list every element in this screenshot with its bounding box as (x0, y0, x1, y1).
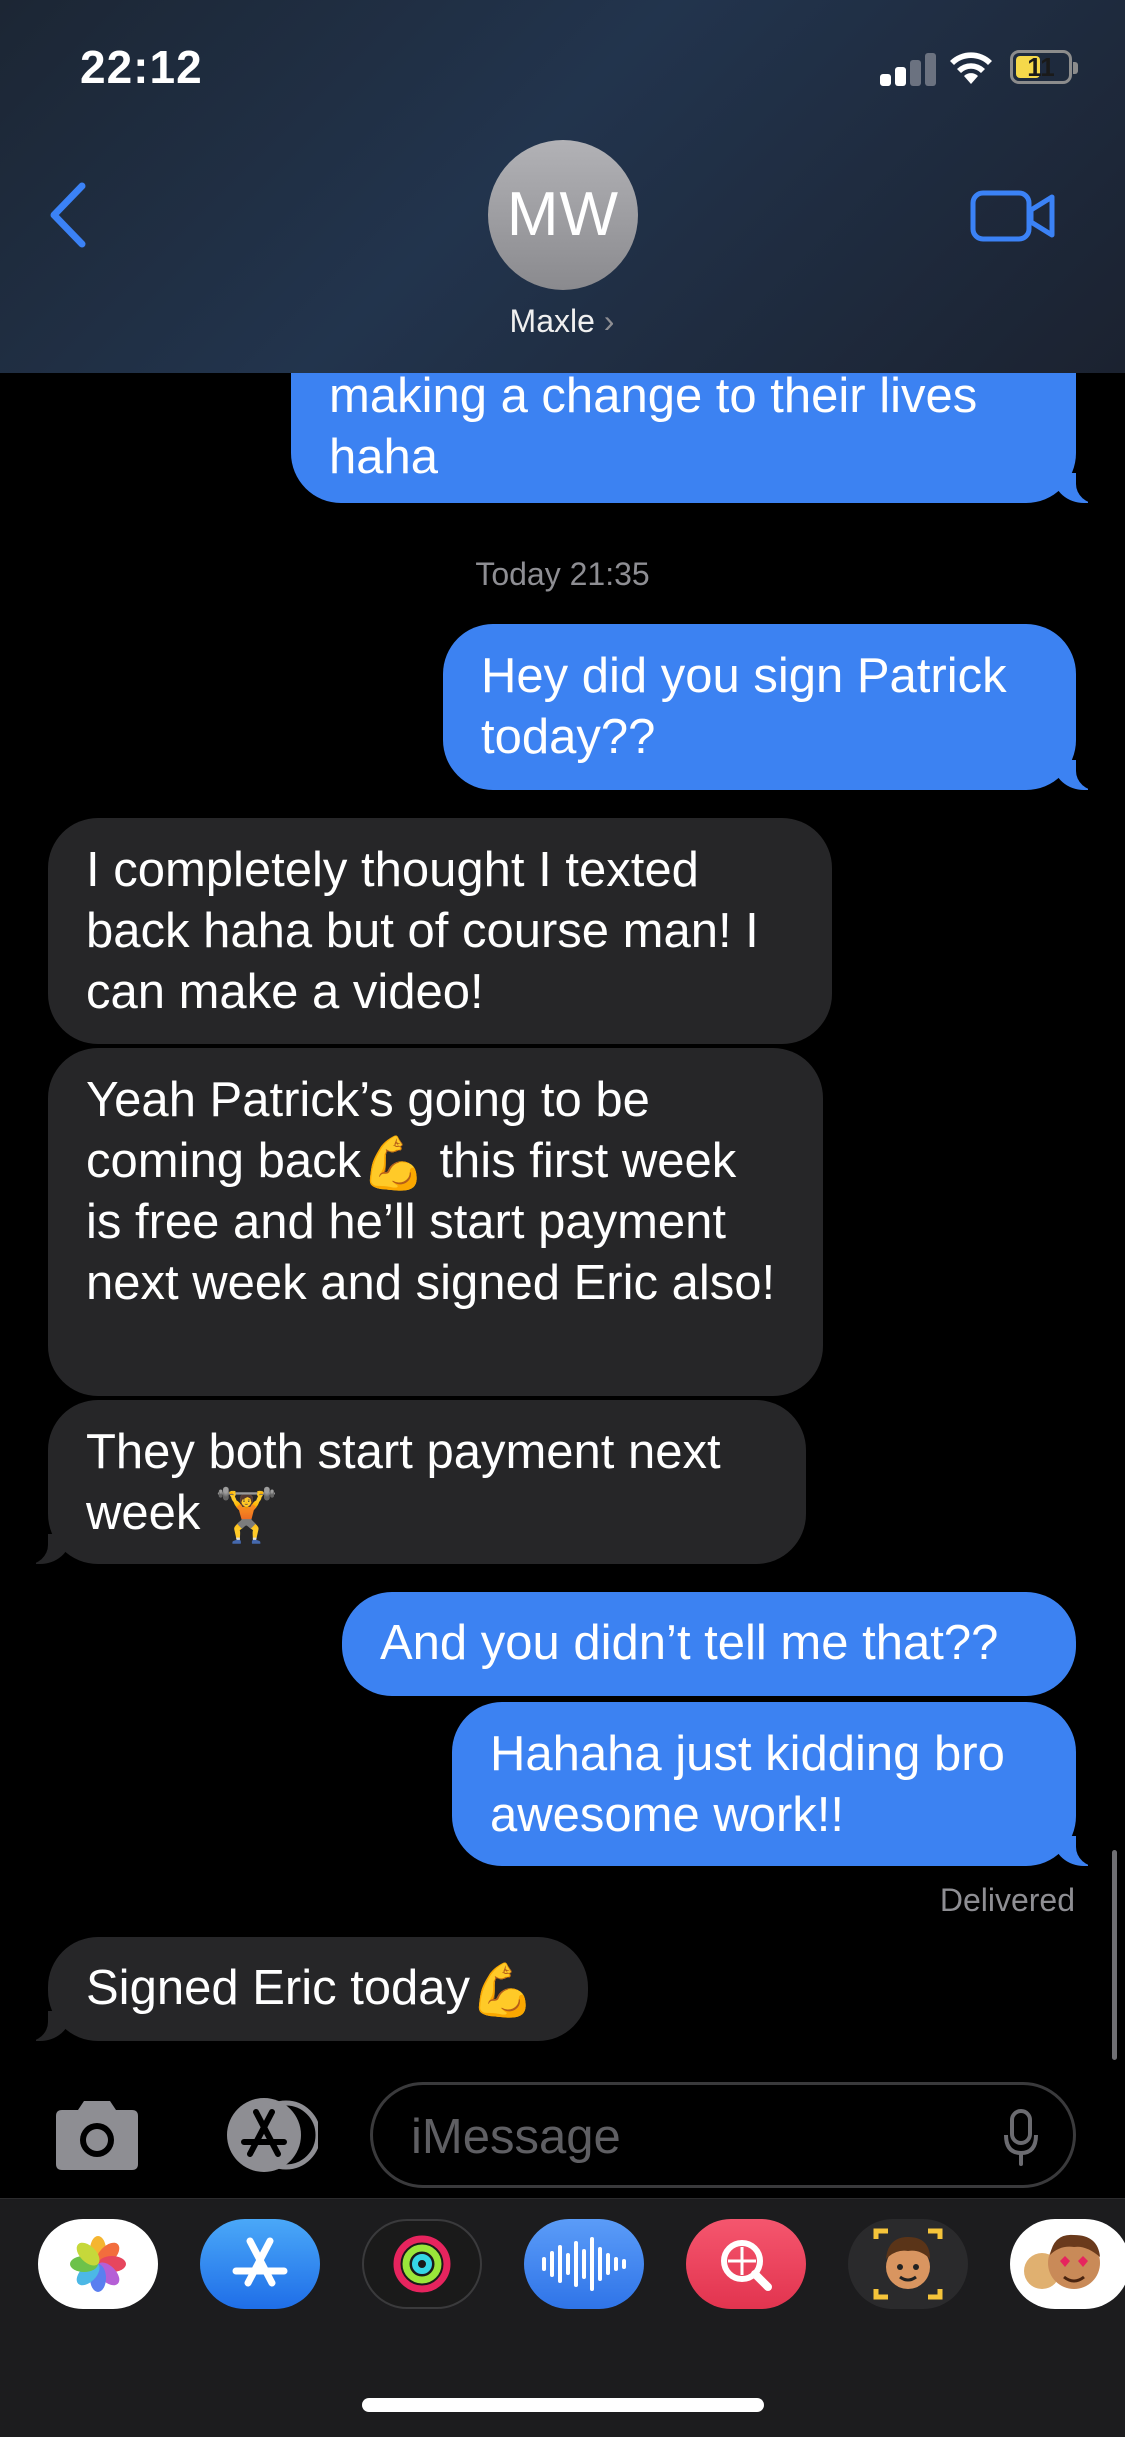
received-message-bubble[interactable]: Signed Eric today💪 (20, 1937, 588, 2042)
delivered-status: Delivered (939, 1882, 1075, 1918)
battery-level: 11 (1027, 52, 1055, 82)
camera-icon[interactable] (50, 2098, 144, 2172)
wifi-icon (950, 52, 992, 84)
audio-message-icon[interactable] (524, 2219, 644, 2309)
facetime-video-icon[interactable] (970, 188, 1056, 244)
received-message-bubble[interactable]: I completely thought I texted back haha … (48, 818, 832, 1044)
app-store-apps-icon[interactable] (206, 2098, 318, 2172)
message-text: Signed Eric today (86, 1961, 471, 2015)
sent-message-bubble[interactable]: Hahaha just kidding bro awesome work!! (452, 1702, 1104, 1867)
status-time: 22:12 (80, 41, 203, 93)
imessage-placeholder: iMessage (411, 2110, 621, 2164)
imessage-input[interactable]: iMessage (370, 2082, 1076, 2188)
weight-lifter-emoji: 🏋 (214, 1487, 279, 1545)
activity-icon[interactable] (362, 2219, 482, 2309)
contact-name-button[interactable]: Maxle › (462, 303, 662, 340)
home-indicator[interactable] (362, 2398, 764, 2412)
contact-avatar[interactable]: MW (488, 140, 638, 290)
cellular-signal-icon (880, 52, 936, 86)
photos-icon[interactable] (38, 2219, 158, 2309)
images-search-icon[interactable] (686, 2219, 806, 2309)
app-store-icon[interactable] (200, 2219, 320, 2309)
battery-icon: 11 (1010, 50, 1078, 84)
conversation-header: 22:12 11 MW Maxle › (0, 0, 1125, 373)
memoji-stickers-icon[interactable] (1010, 2219, 1125, 2309)
chevron-right-icon: › (603, 303, 615, 339)
contact-name: Maxle (509, 303, 595, 339)
scroll-indicator[interactable] (1112, 1850, 1117, 2060)
sent-message-bubble[interactable]: Hey did you sign Patrick today?? (443, 624, 1104, 791)
message-text: And you didn’t tell me that?? (380, 1616, 999, 1670)
flexed-biceps-emoji: 💪 (470, 1962, 535, 2020)
message-text: I completely thought I texted back haha … (86, 843, 759, 1019)
received-message-bubble[interactable]: Yeah Patrick’s going to be coming back💪 … (48, 1048, 823, 1396)
sent-message-bubble[interactable]: And you didn’t tell me that?? (342, 1592, 1076, 1696)
conversation-timestamp: Today 21:35 (475, 556, 650, 592)
flexed-biceps-emoji: 💪 (361, 1135, 426, 1193)
message-text: They both start payment next week (86, 1425, 721, 1540)
back-chevron-icon[interactable] (44, 180, 94, 250)
microphone-icon[interactable] (1003, 2109, 1039, 2167)
received-message-bubble[interactable]: They both start payment next week 🏋 (20, 1400, 806, 1565)
memoji-icon[interactable] (848, 2219, 968, 2309)
message-text: making a change to their lives haha (329, 369, 978, 484)
message-text: Hahaha just kidding bro awesome work!! (490, 1727, 1005, 1842)
message-text: Hey did you sign Patrick today?? (481, 649, 1007, 764)
